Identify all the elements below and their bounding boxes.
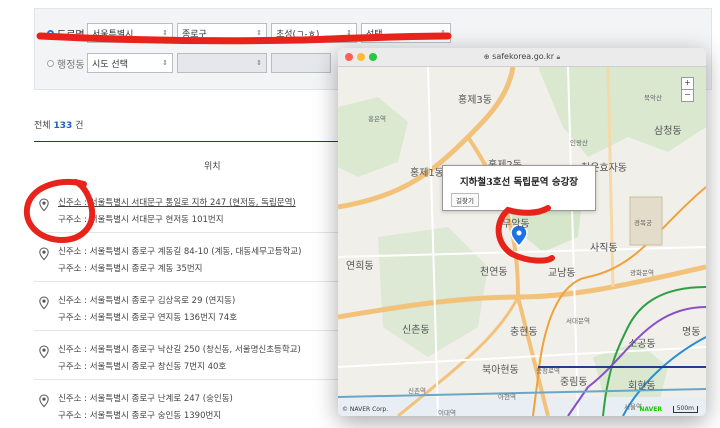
road-sido-value: 서울특별시 [92,29,134,40]
map-label-hongeun: 홍은역 [368,115,386,123]
old-address: 구주소 : 서울특별시 종로구 숭인동 1390번지 [58,411,222,421]
result-count-suffix: 건 [75,121,84,131]
result-count-prefix: 전체 [34,121,51,131]
location-pin-icon [39,247,49,261]
location-pin-icon [39,345,49,359]
lock-icon: 🔒︎ [556,53,561,61]
map-label-sinchon-station: 신촌역 [408,387,426,395]
list-item[interactable]: 신주소 : 서울특별시 서대문구 통일로 지하 247 (현저동, 독립문역) … [34,184,354,233]
admin-filter-row: 행정동 시도 선택 ⇕ ⇕ [35,53,335,73]
map-label-hoehyeon: 회현동 [628,381,656,392]
old-address: 구주소 : 서울특별시 종로구 계동 35번지 [58,264,203,274]
url-text: safekorea.go.kr [492,52,554,61]
table-header-rule [34,141,364,142]
road-filter-row: 도로명 서울특별시 ⇕ 종로구 ⇕ 초성(ㄱ-ㅎ) ⇕ 선택 ⇕ [35,23,455,43]
naver-logo: NAVER [639,406,662,413]
chevron-updown-icon: ⇕ [256,59,262,67]
road-initial-select[interactable]: 초성(ㄱ-ㅎ) ⇕ [271,23,357,43]
admin-sido-select[interactable]: 시도 선택 ⇕ [87,53,173,73]
admin-radio-label: 행정동 [57,59,85,71]
map-popup-window: ⊕ safekorea.go.kr 🔒︎ 홍제3동 홍제1동 무악동 청운효자동… [338,48,706,416]
road-sido-select[interactable]: 서울특별시 ⇕ [87,23,173,43]
map-label-sajik: 사직동 [590,243,618,254]
map-label-bugaksan: 북악산 [644,94,662,102]
map-label-hongje3: 홍제3동 [458,95,492,106]
map-scale-bar: 500m [672,406,698,413]
map-label-sinchon: 신촌동 [402,325,430,336]
radio-selected-icon [47,29,54,37]
location-pin-icon [39,296,49,310]
road-radio[interactable]: 도로명 [47,26,87,41]
popup-titlebar: ⊕ safekorea.go.kr 🔒︎ [338,48,706,67]
map-label-yeonhui: 연희동 [346,261,374,272]
map-label-muak: 무악동 [502,219,530,230]
road-name-select[interactable]: 선택 ⇕ [361,23,451,43]
globe-icon: ⊕ [483,53,490,61]
chevron-updown-icon: ⇕ [256,29,262,37]
map-label-inwangsan: 인왕산 [570,139,588,147]
admin-sido-value: 시도 선택 [92,59,128,70]
road-name-value: 선택 [366,29,383,40]
map-label-cheonyeon: 천연동 [480,267,508,278]
chevron-updown-icon: ⇕ [346,29,352,37]
directions-button[interactable]: 길찾기 [451,193,479,207]
road-radio-label: 도로명 [57,29,85,41]
result-count-number: 133 [53,121,73,131]
list-item[interactable]: 신주소 : 서울특별시 종로구 김상옥로 29 (연지동) 구주소 : 서울특별… [34,282,354,331]
map-label-chunghyeon: 충현동 [510,327,538,338]
naver-map[interactable]: 홍제3동 홍제2동 홍제1동 무악동 청운효자동 삼청동 사직동 교남동 연희동… [338,67,706,416]
map-label-myeong: 명동 [682,327,701,338]
road-sigungu-value: 종로구 [182,29,207,40]
map-canvas [338,67,706,416]
old-address: 구주소 : 서울특별시 서대문구 현저동 101번지 [58,215,224,225]
new-address[interactable]: 신주소 : 서울특별시 서대문구 통일로 지하 247 (현저동, 독립문역) [58,196,296,208]
map-label-gyeongbokgung: 경복궁 [634,219,652,227]
new-address[interactable]: 신주소 : 서울특별시 종로구 계동길 84-10 (계동, 대동세무고등학교) [58,245,302,257]
map-label-junglim: 중림동 [560,377,588,388]
old-address: 구주소 : 서울특별시 종로구 창신동 7번지 40호 [58,362,227,372]
result-count: 전체 133 건 [34,118,83,131]
map-label-ewha-station: 이대역 [438,409,456,416]
zoom-out-button[interactable]: − [681,89,694,102]
map-label-sogong: 소공동 [628,339,656,350]
list-item[interactable]: 신주소 : 서울특별시 종로구 낙산길 250 (창신동, 서울명신초등학교) … [34,331,354,380]
admin-dong-select[interactable] [271,53,331,73]
chevron-updown-icon: ⇕ [162,59,168,67]
chevron-updown-icon: ⇕ [440,29,446,37]
road-initial-value: 초성(ㄱ-ㅎ) [276,29,320,40]
list-item[interactable]: 신주소 : 서울특별시 종로구 계동길 84-10 (계동, 대동세무고등학교)… [34,233,354,282]
shelter-info-window: 지하철3호선 독립문역 승강장 길찾기 [442,165,596,211]
shelter-result-list: 신주소 : 서울특별시 서대문구 통일로 지하 247 (현저동, 독립문역) … [34,184,354,428]
admin-radio[interactable]: 행정동 [47,56,87,71]
address-bar: ⊕ safekorea.go.kr 🔒︎ [338,52,706,62]
map-label-ahyeon-station: 아현역 [498,393,516,401]
new-address[interactable]: 신주소 : 서울특별시 종로구 김상옥로 29 (연지동) [58,294,235,306]
location-pin-icon [39,394,49,408]
map-label-chungjeongno: 충정로역 [536,367,560,375]
map-attribution: © NAVER Corp. [342,406,389,413]
new-address[interactable]: 신주소 : 서울특별시 종로구 난계로 247 (숭인동) [58,392,233,404]
road-sigungu-select[interactable]: 종로구 ⇕ [177,23,267,43]
map-label-bukahyeon: 북아현동 [482,365,519,376]
zoom-controls: + − [681,77,694,102]
map-label-gyonam: 교남동 [548,268,576,279]
chevron-updown-icon: ⇕ [162,29,168,37]
list-item[interactable]: 신주소 : 서울특별시 종로구 난계로 247 (숭인동) 구주소 : 서울특별… [34,380,354,428]
radio-unselected-icon [47,59,54,67]
new-address[interactable]: 신주소 : 서울특별시 종로구 낙산길 250 (창신동, 서울명신초등학교) [58,343,301,355]
location-column-header: 위치 [204,162,221,172]
map-label-samcheong: 삼청동 [654,126,682,137]
old-address: 구주소 : 서울특별시 종로구 연지동 136번지 74호 [58,313,238,323]
admin-sigungu-select[interactable]: ⇕ [177,53,267,73]
map-label-gwanghwamun: 광화문역 [630,269,654,277]
location-pin-icon [39,198,49,212]
info-window-title: 지하철3호선 독립문역 승강장 [459,177,579,188]
map-label-hongje1: 홍제1동 [410,168,444,179]
map-label-seodaemun: 서대문역 [566,317,590,325]
